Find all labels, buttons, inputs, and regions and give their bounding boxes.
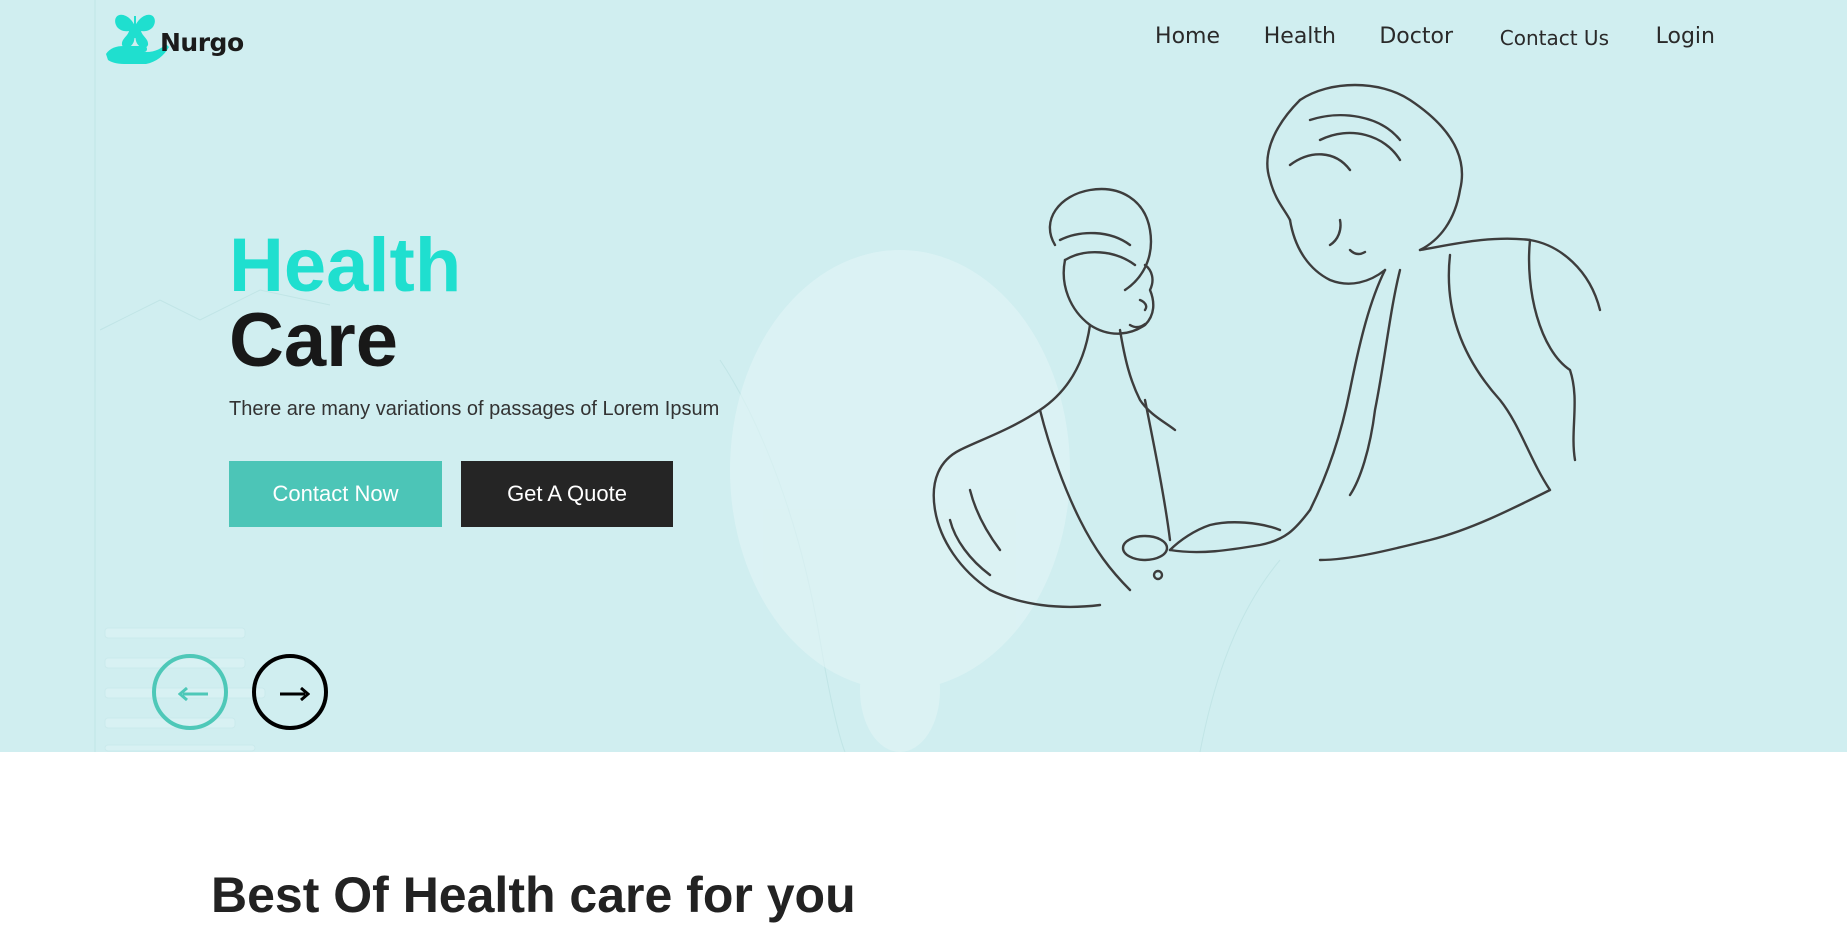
arrow-left-icon [178, 687, 208, 701]
get-a-quote-button[interactable]: Get A Quote [461, 461, 673, 527]
carousel-prev-button[interactable] [152, 654, 228, 730]
arrow-right-icon [280, 687, 310, 701]
hero-title-line2: Care [229, 298, 398, 383]
carousel-next-button[interactable] [252, 654, 328, 730]
contact-now-button[interactable]: Contact Now [229, 461, 442, 527]
hero-section: Nurgo Home Health Doctor Contact Us Logi… [0, 0, 1847, 752]
brand-name: Nurgo [160, 28, 244, 57]
doctor-patient-illustration [932, 83, 1602, 609]
nav-item-home[interactable]: Home [1155, 24, 1220, 49]
hero-title-line1: Health [229, 223, 462, 308]
nav-item-login[interactable]: Login [1656, 24, 1715, 49]
nav-item-contact-us[interactable]: Contact Us [1500, 26, 1609, 50]
hero-subtitle: There are many variations of passages of… [229, 398, 720, 420]
brand-logo[interactable]: Nurgo [104, 12, 264, 70]
section-title: Best Of Health care for you [211, 867, 856, 923]
nav-item-health[interactable]: Health [1264, 24, 1336, 49]
nav-item-doctor[interactable]: Doctor [1379, 24, 1453, 49]
